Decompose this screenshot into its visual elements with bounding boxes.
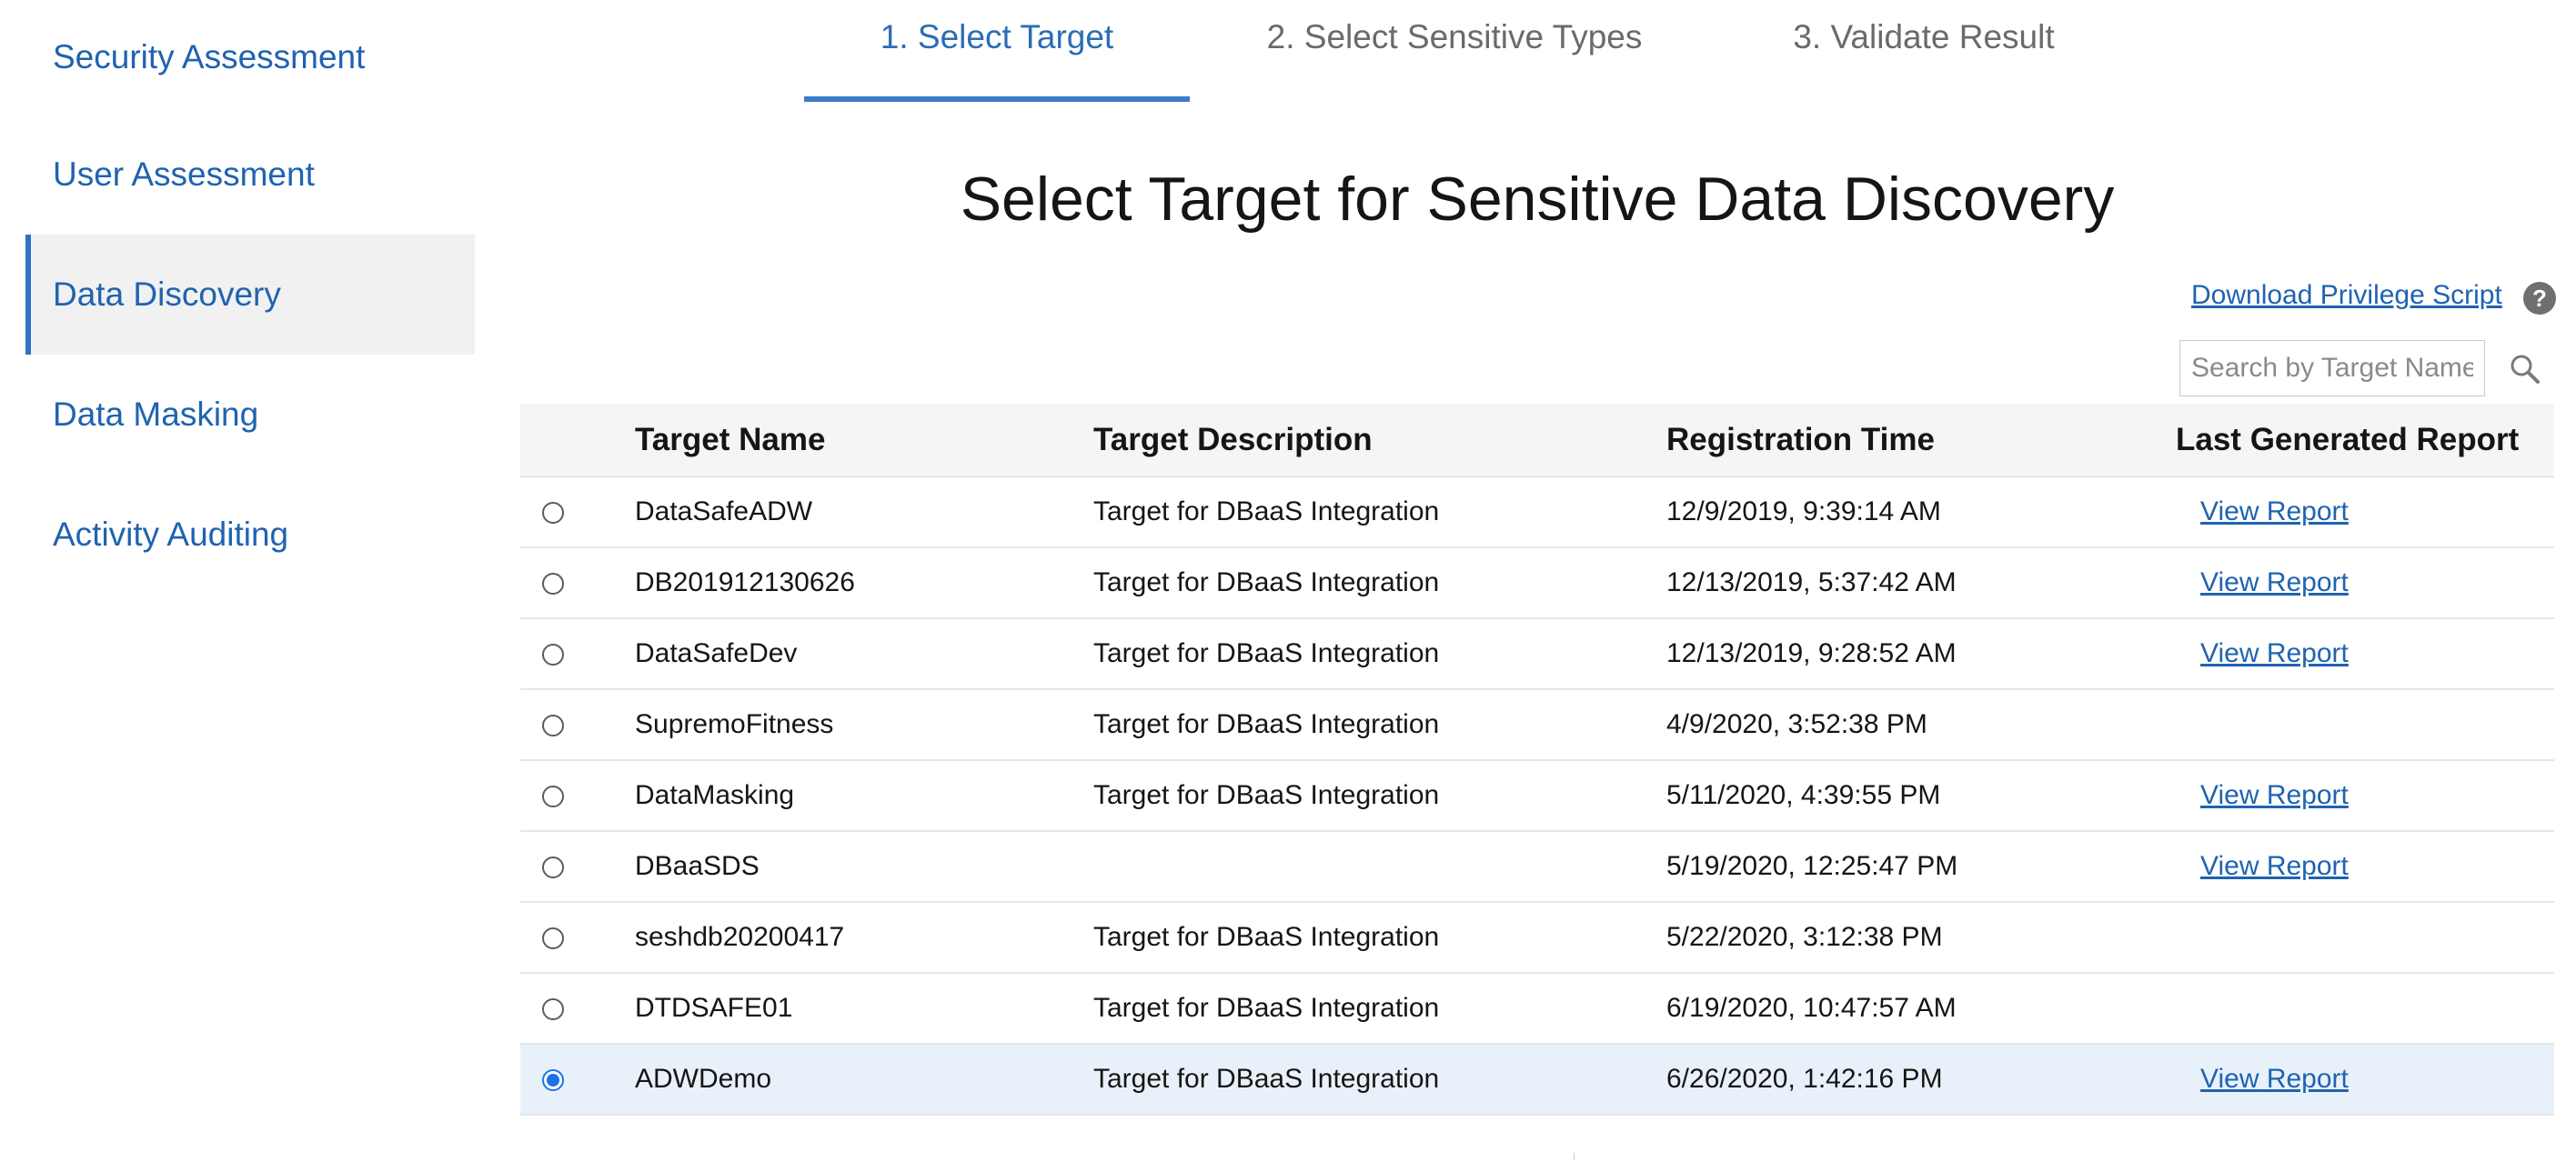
target-name-cell: DataMasking: [635, 780, 795, 810]
page-title: Select Target for Sensitive Data Discove…: [960, 165, 2115, 234]
table-row[interactable]: DataSafeDev Target for DBaaS Integration…: [520, 618, 2554, 689]
registration-time-cell: 6/26/2020, 1:42:16 PM: [1666, 1064, 1943, 1094]
target-description-cell: Target for DBaaS Integration: [1093, 567, 1440, 597]
view-report-link[interactable]: View Report: [2200, 567, 2349, 597]
sidebar-nav: Security Assessment User Assessment Data…: [25, 0, 475, 595]
view-report-link[interactable]: View Report: [2200, 638, 2349, 668]
view-report-link[interactable]: View Report: [2200, 496, 2349, 526]
table-row[interactable]: DataMasking Target for DBaaS Integration…: [520, 760, 2554, 831]
target-name-cell: DB201912130626: [635, 567, 855, 597]
view-report-link[interactable]: View Report: [2200, 851, 2349, 881]
registration-time-cell: 5/19/2020, 12:25:47 PM: [1666, 851, 1958, 881]
row-radio-button[interactable]: [542, 856, 564, 879]
column-header-target-name[interactable]: Target Name: [629, 404, 1093, 477]
search-input[interactable]: [2179, 340, 2485, 396]
report-cell-empty: [2167, 689, 2554, 760]
tab-label: 2. Select Sensitive Types: [1266, 18, 1643, 55]
divider-mark: [1574, 1153, 1575, 1160]
target-name-cell: seshdb20200417: [635, 922, 845, 952]
row-radio-button[interactable]: [542, 644, 564, 666]
target-description-cell: Target for DBaaS Integration: [1093, 638, 1440, 668]
registration-time-cell: 12/9/2019, 9:39:14 AM: [1666, 496, 1941, 526]
active-tab-indicator: [804, 96, 1190, 102]
table-row[interactable]: DTDSAFE01 Target for DBaaS Integration 6…: [520, 973, 2554, 1044]
row-radio-button-checked[interactable]: [542, 1069, 564, 1092]
table-body: DataSafeADW Target for DBaaS Integration…: [520, 476, 2554, 1115]
column-header-target-description[interactable]: Target Description: [1093, 404, 1666, 477]
table-row[interactable]: DataSafeADW Target for DBaaS Integration…: [520, 476, 2554, 547]
table-row[interactable]: SupremoFitness Target for DBaaS Integrat…: [520, 689, 2554, 760]
target-description-cell: Target for DBaaS Integration: [1093, 1064, 1440, 1094]
select-column-header: [520, 404, 629, 477]
sidebar-item-label: Security Assessment: [53, 38, 366, 75]
target-name-cell: SupremoFitness: [635, 709, 834, 739]
sidebar-item-data-discovery[interactable]: Data Discovery: [25, 235, 475, 355]
row-radio-button[interactable]: [542, 786, 564, 808]
target-name-cell: DBaaSDS: [635, 851, 760, 881]
row-radio-button[interactable]: [542, 715, 564, 737]
target-name-cell: ADWDemo: [635, 1064, 772, 1094]
row-radio-button[interactable]: [542, 927, 564, 950]
registration-time-cell: 5/22/2020, 3:12:38 PM: [1666, 922, 1943, 952]
table-header-row: Target Name Target Description Registrat…: [520, 404, 2554, 477]
table-row[interactable]: DB201912130626 Target for DBaaS Integrat…: [520, 547, 2554, 618]
view-report-link[interactable]: View Report: [2200, 1064, 2349, 1094]
download-privilege-script-link[interactable]: Download Privilege Script: [2191, 280, 2502, 311]
registration-time-cell: 12/13/2019, 9:28:52 AM: [1666, 638, 1957, 668]
column-header-last-generated-report[interactable]: Last Generated Report: [2167, 404, 2554, 477]
row-radio-button[interactable]: [542, 998, 564, 1021]
report-cell-empty: [2167, 973, 2554, 1044]
sidebar-item-data-masking[interactable]: Data Masking: [25, 355, 475, 475]
table-row[interactable]: seshdb20200417 Target for DBaaS Integrat…: [520, 902, 2554, 973]
sidebar-item-label: Data Discovery: [53, 275, 281, 313]
target-description-cell: Target for DBaaS Integration: [1093, 993, 1440, 1023]
sidebar-item-security-assessment[interactable]: Security Assessment: [25, 0, 475, 115]
registration-time-cell: 12/13/2019, 5:37:42 AM: [1666, 567, 1957, 597]
sidebar-item-activity-auditing[interactable]: Activity Auditing: [25, 475, 475, 595]
target-description-cell: Target for DBaaS Integration: [1093, 922, 1440, 952]
registration-time-cell: 5/11/2020, 4:39:55 PM: [1666, 780, 1941, 810]
sidebar-item-user-assessment[interactable]: User Assessment: [25, 115, 475, 235]
row-radio-button[interactable]: [542, 501, 564, 524]
column-header-registration-time[interactable]: Registration Time: [1666, 404, 2167, 477]
tab-select-sensitive-types[interactable]: 2. Select Sensitive Types: [1224, 0, 1685, 102]
tab-validate-result[interactable]: 3. Validate Result: [1756, 0, 2092, 102]
registration-time-cell: 6/19/2020, 10:47:57 AM: [1666, 993, 1957, 1023]
target-name-cell: DataSafeDev: [635, 638, 798, 668]
sidebar-item-label: Data Masking: [53, 396, 259, 433]
tab-label: 3. Validate Result: [1793, 18, 2055, 55]
tab-label: 1. Select Target: [880, 18, 1114, 55]
table-row-selected[interactable]: ADWDemo Target for DBaaS Integration 6/2…: [520, 1044, 2554, 1115]
search-icon[interactable]: [2507, 351, 2543, 387]
sidebar-item-label: Activity Auditing: [53, 516, 289, 553]
targets-table-container: Target Name Target Description Registrat…: [520, 404, 2554, 1116]
target-description-cell: Target for DBaaS Integration: [1093, 780, 1440, 810]
question-mark-icon[interactable]: ?: [2523, 282, 2556, 315]
table-row[interactable]: DBaaSDS 5/19/2020, 12:25:47 PM View Repo…: [520, 831, 2554, 902]
target-description-cell: [1093, 831, 1666, 902]
tab-select-target[interactable]: 1. Select Target: [804, 0, 1190, 102]
target-name-cell: DTDSAFE01: [635, 993, 793, 1023]
target-description-cell: Target for DBaaS Integration: [1093, 709, 1440, 739]
sidebar-item-label: User Assessment: [53, 155, 315, 193]
view-report-link[interactable]: View Report: [2200, 780, 2349, 810]
target-description-cell: Target for DBaaS Integration: [1093, 496, 1440, 526]
target-name-cell: DataSafeADW: [635, 496, 813, 526]
targets-table: Target Name Target Description Registrat…: [520, 404, 2554, 1116]
registration-time-cell: 4/9/2020, 3:52:38 PM: [1666, 709, 1927, 739]
row-radio-button[interactable]: [542, 573, 564, 596]
report-cell-empty: [2167, 902, 2554, 973]
